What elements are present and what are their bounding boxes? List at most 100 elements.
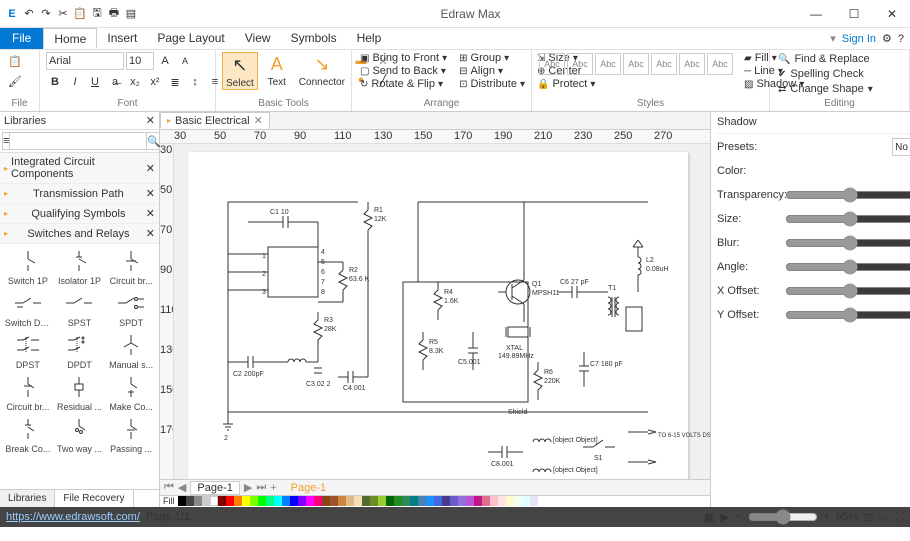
style-preset[interactable]: Abc: [595, 53, 621, 75]
close-button[interactable]: ✕: [878, 3, 906, 25]
save-icon[interactable]: 🖫: [89, 6, 105, 22]
cut-icon[interactable]: ✂: [55, 6, 71, 22]
tab-insert[interactable]: Insert: [97, 28, 147, 49]
shape-item[interactable]: SPST: [56, 288, 102, 328]
page-prev[interactable]: ◀: [178, 481, 186, 494]
zoom-in-icon[interactable]: +: [824, 511, 830, 523]
group-button[interactable]: ⊞ Group ▾: [457, 52, 527, 64]
page-first[interactable]: ⏮: [164, 481, 174, 494]
category-ic[interactable]: Integrated Circuit Components✕: [0, 153, 159, 184]
page-tab[interactable]: Page-1: [190, 481, 239, 495]
tab-help[interactable]: Help: [347, 28, 392, 49]
xoffset-slider[interactable]: [785, 283, 910, 299]
close-doc-icon[interactable]: ✕: [254, 114, 263, 127]
zoom-slider[interactable]: [748, 509, 818, 525]
drawing-canvas[interactable]: 2 C1 10 123 45678 R112K: [174, 144, 710, 479]
tab-view[interactable]: View: [235, 28, 281, 49]
shape-item[interactable]: Switch Dis...: [5, 288, 51, 328]
tab-page-layout[interactable]: Page Layout: [147, 28, 234, 49]
copy-icon[interactable]: 📋: [72, 6, 88, 22]
underline-button[interactable]: U: [86, 73, 104, 91]
select-tool[interactable]: ↖Select: [222, 52, 258, 90]
shape-item[interactable]: Isolator 1P: [56, 246, 102, 286]
blur-slider[interactable]: [785, 235, 910, 251]
category-qualifying[interactable]: Qualifying Symbols✕: [0, 204, 159, 224]
transparency-slider[interactable]: [785, 187, 910, 203]
change-shape-button[interactable]: ⇄ Change Shape ▾: [776, 82, 875, 96]
shape-item[interactable]: DPDT: [56, 330, 102, 370]
status-url[interactable]: https://www.edrawsoft.com/: [6, 511, 140, 523]
shape-item[interactable]: DPST: [5, 330, 51, 370]
style-preset[interactable]: Abc: [567, 53, 593, 75]
font-name-select[interactable]: [46, 52, 124, 70]
file-menu[interactable]: File: [0, 28, 43, 49]
superscript-button[interactable]: x²: [146, 73, 164, 91]
shape-item[interactable]: Residual ...: [56, 372, 102, 412]
shrink-font-icon[interactable]: A: [176, 52, 194, 70]
library-search-input[interactable]: [9, 132, 147, 150]
style-preset[interactable]: Abc: [679, 53, 705, 75]
fit-page-icon[interactable]: ⊡: [864, 511, 873, 524]
shape-item[interactable]: Passing ...: [108, 414, 154, 454]
help-icon[interactable]: ?: [898, 33, 904, 45]
size-slider[interactable]: [785, 211, 910, 227]
view-mode-icon[interactable]: ▦: [704, 511, 714, 524]
spell-check-button[interactable]: ✔ Spelling Check: [776, 67, 875, 81]
tab-libraries[interactable]: Libraries: [0, 490, 55, 507]
shape-item[interactable]: Two way ...: [56, 414, 102, 454]
doc-tab-item[interactable]: Basic Electrical✕: [160, 112, 270, 129]
style-preset[interactable]: Abc: [539, 53, 565, 75]
shape-item[interactable]: Switch 1P: [5, 246, 51, 286]
close-libraries-icon[interactable]: ✕: [146, 114, 155, 127]
collapse-ribbon-icon[interactable]: ▾: [830, 32, 836, 45]
shape-item[interactable]: Circuit br...: [108, 246, 154, 286]
category-transmission[interactable]: Transmission Path✕: [0, 184, 159, 204]
category-switches[interactable]: Switches and Relays✕: [0, 224, 159, 244]
page-last[interactable]: ⏭: [256, 481, 266, 494]
angle-slider[interactable]: [785, 259, 910, 275]
bullets-button[interactable]: ≣: [166, 73, 184, 91]
fullscreen-icon[interactable]: ⛶: [896, 511, 904, 524]
presets-select[interactable]: No Shadow: [892, 138, 910, 156]
color-bar[interactable]: Fill: [160, 495, 710, 507]
redo-icon[interactable]: ↷: [38, 6, 54, 22]
yoffset-slider[interactable]: [785, 307, 910, 323]
shape-item[interactable]: Manual s...: [108, 330, 154, 370]
italic-button[interactable]: I: [66, 73, 84, 91]
style-preset[interactable]: Abc: [707, 53, 733, 75]
find-replace-button[interactable]: 🔍 Find & Replace: [776, 52, 875, 66]
send-back-button[interactable]: ▢ Send to Back ▾: [358, 65, 449, 77]
zoom-out-icon[interactable]: −: [735, 511, 741, 523]
settings-icon[interactable]: ⚙: [882, 32, 892, 45]
paste-icon[interactable]: 📋: [6, 52, 24, 70]
shape-item[interactable]: Circuit br...: [5, 372, 51, 412]
more-icon[interactable]: ▤: [123, 6, 139, 22]
strike-button[interactable]: a̶: [106, 73, 124, 91]
style-preset[interactable]: Abc: [651, 53, 677, 75]
undo-icon[interactable]: ↶: [21, 6, 37, 22]
style-gallery[interactable]: Abc Abc Abc Abc Abc Abc Abc: [538, 52, 734, 76]
maximize-button[interactable]: ☐: [840, 3, 868, 25]
shape-item[interactable]: Make Co...: [108, 372, 154, 412]
rotate-flip-button[interactable]: ↻ Rotate & Flip ▾: [358, 78, 449, 90]
spacing-button[interactable]: ↕: [186, 73, 204, 91]
grow-font-icon[interactable]: A: [156, 52, 174, 70]
style-preset[interactable]: Abc: [623, 53, 649, 75]
connector-tool[interactable]: ↘Connector: [296, 52, 348, 88]
tab-symbols[interactable]: Symbols: [281, 28, 347, 49]
presentation-icon[interactable]: ▶: [721, 511, 729, 524]
tab-home[interactable]: Home: [43, 28, 97, 49]
distribute-button[interactable]: ⊡ Distribute ▾: [457, 78, 527, 90]
sign-in-link[interactable]: Sign In: [842, 33, 876, 45]
format-painter-icon[interactable]: 🖌: [6, 72, 24, 90]
bold-button[interactable]: B: [46, 73, 64, 91]
page-next[interactable]: ▶: [244, 481, 252, 494]
align-objects-button[interactable]: ⊟ Align ▾: [457, 65, 527, 77]
print-icon[interactable]: 🖶: [106, 6, 122, 22]
bring-front-button[interactable]: ▣ Bring to Front ▾: [358, 52, 449, 64]
subscript-button[interactable]: x₂: [126, 73, 144, 91]
fit-width-icon[interactable]: ↔: [879, 511, 890, 523]
tab-file-recovery[interactable]: File Recovery: [55, 490, 133, 507]
minimize-button[interactable]: —: [802, 3, 830, 25]
page-add[interactable]: +: [270, 482, 276, 494]
